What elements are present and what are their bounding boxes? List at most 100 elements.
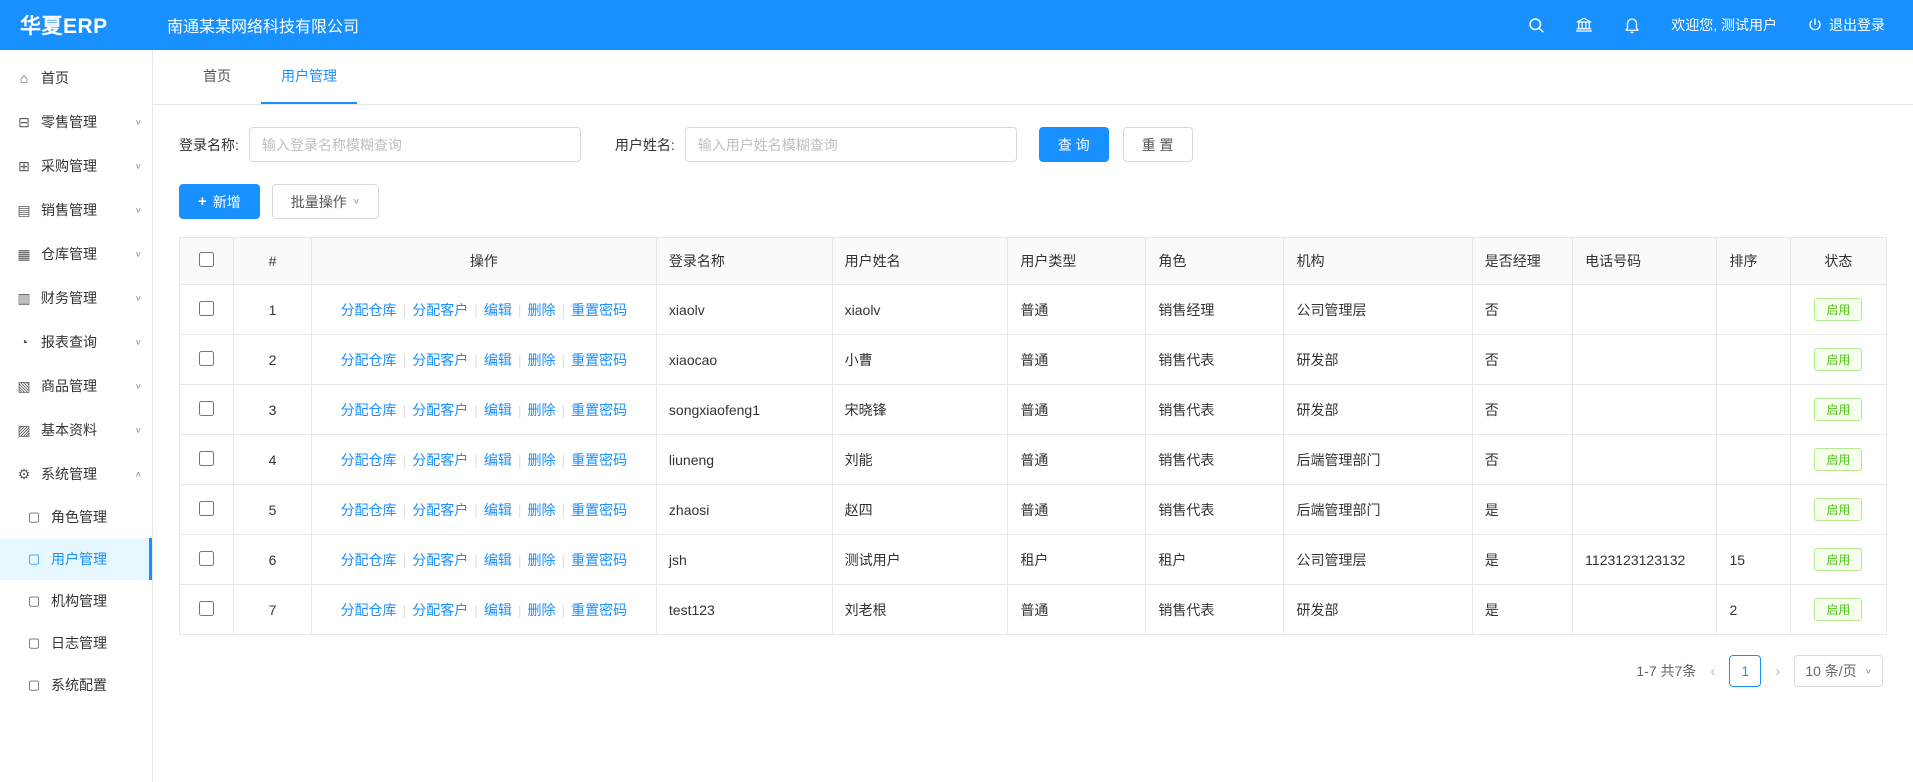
search-button[interactable]: 查 询: [1039, 127, 1109, 162]
delete-link[interactable]: 删除: [527, 602, 555, 618]
reset-button[interactable]: 重 置: [1123, 127, 1193, 162]
reset-password-link[interactable]: 重置密码: [571, 502, 627, 518]
next-page-button[interactable]: ›: [1773, 663, 1782, 680]
assign-depot-link[interactable]: 分配仓库: [341, 302, 397, 318]
sidebar-item-sale[interactable]: ▤销售管理∨: [0, 188, 152, 232]
status-cell: 启用: [1790, 585, 1886, 635]
assign-depot-link[interactable]: 分配仓库: [341, 402, 397, 418]
row-checkbox[interactable]: [199, 601, 214, 616]
edit-link[interactable]: 编辑: [484, 402, 512, 418]
sidebar-item-system-config[interactable]: ▢系统配置: [0, 664, 152, 706]
user-name: 小曹: [832, 335, 1008, 385]
sidebar-item-base[interactable]: ▨基本资料∨: [0, 408, 152, 452]
row-checkbox[interactable]: [199, 501, 214, 516]
sidebar-item-org-management[interactable]: ▢机构管理: [0, 580, 152, 622]
status-cell: 启用: [1790, 485, 1886, 535]
reset-password-link[interactable]: 重置密码: [571, 452, 627, 468]
app-logo[interactable]: 华夏ERP: [0, 10, 153, 40]
delete-link[interactable]: 删除: [527, 452, 555, 468]
sidebar-item-log-management[interactable]: ▢日志管理: [0, 622, 152, 664]
assign-depot-link[interactable]: 分配仓库: [341, 552, 397, 568]
sidebar-item-finance[interactable]: ▥财务管理∨: [0, 276, 152, 320]
sidebar-item-goods[interactable]: ▧商品管理∨: [0, 364, 152, 408]
assign-depot-link[interactable]: 分配仓库: [341, 452, 397, 468]
sidebar-item-retail[interactable]: ⊟零售管理∨: [0, 100, 152, 144]
page-size-select[interactable]: 10 条/页 ∨: [1794, 655, 1883, 687]
sidebar-item-report[interactable]: ◔报表查询∨: [0, 320, 152, 364]
delete-link[interactable]: 删除: [527, 502, 555, 518]
assign-customer-link[interactable]: 分配客户: [412, 402, 468, 418]
login-name-input[interactable]: [249, 127, 581, 162]
tab-user-management[interactable]: 用户管理: [261, 50, 357, 104]
row-checkbox[interactable]: [199, 401, 214, 416]
search-icon[interactable]: [1527, 16, 1545, 34]
row-checkbox[interactable]: [199, 351, 214, 366]
column-header: 用户姓名: [832, 238, 1008, 285]
action-divider: |: [403, 352, 407, 368]
sidebar-item-purchase[interactable]: ⊞采购管理∨: [0, 144, 152, 188]
delete-link[interactable]: 删除: [527, 352, 555, 368]
table-row: 5分配仓库|分配客户|编辑|删除|重置密码zhaosi赵四普通销售代表后端管理部…: [180, 485, 1887, 535]
delete-link[interactable]: 删除: [527, 402, 555, 418]
assign-customer-link[interactable]: 分配客户: [412, 452, 468, 468]
batch-operations-button[interactable]: 批量操作 ∨: [272, 184, 379, 219]
assign-customer-link[interactable]: 分配客户: [412, 502, 468, 518]
row-checkbox[interactable]: [199, 551, 214, 566]
delete-link[interactable]: 删除: [527, 552, 555, 568]
sort-order: [1717, 385, 1790, 435]
edit-link[interactable]: 编辑: [484, 302, 512, 318]
reset-password-link[interactable]: 重置密码: [571, 352, 627, 368]
status-badge[interactable]: 启用: [1814, 598, 1862, 621]
logout-button[interactable]: 退出登录: [1807, 15, 1885, 35]
reset-password-link[interactable]: 重置密码: [571, 302, 627, 318]
edit-link[interactable]: 编辑: [484, 452, 512, 468]
bank-icon[interactable]: [1575, 16, 1593, 34]
sidebar-item-depot[interactable]: ▦仓库管理∨: [0, 232, 152, 276]
add-button[interactable]: + 新增: [179, 184, 260, 219]
bell-icon[interactable]: [1623, 16, 1641, 34]
assign-customer-link[interactable]: 分配客户: [412, 552, 468, 568]
status-badge[interactable]: 启用: [1814, 298, 1862, 321]
sidebar-item-user-management[interactable]: ▢用户管理: [0, 538, 152, 580]
edit-link[interactable]: 编辑: [484, 352, 512, 368]
status-badge[interactable]: 启用: [1814, 348, 1862, 371]
sidebar-item-label: 采购管理: [41, 156, 97, 176]
column-header: #: [234, 238, 311, 285]
assign-depot-link[interactable]: 分配仓库: [341, 352, 397, 368]
sidebar-item-system[interactable]: ⚙系统管理∧: [0, 452, 152, 496]
assign-customer-link[interactable]: 分配客户: [412, 302, 468, 318]
status-badge[interactable]: 启用: [1814, 548, 1862, 571]
prev-page-button[interactable]: ‹: [1708, 663, 1717, 680]
current-page-button[interactable]: 1: [1729, 655, 1761, 687]
table-row: 1分配仓库|分配客户|编辑|删除|重置密码xiaolvxiaolv普通销售经理公…: [180, 285, 1887, 335]
organization: 公司管理层: [1284, 535, 1472, 585]
tab-home[interactable]: 首页: [183, 50, 251, 104]
edit-link[interactable]: 编辑: [484, 552, 512, 568]
role: 销售代表: [1146, 485, 1284, 535]
reset-password-link[interactable]: 重置密码: [571, 602, 627, 618]
document-icon: ▢: [26, 593, 42, 609]
edit-link[interactable]: 编辑: [484, 602, 512, 618]
status-badge[interactable]: 启用: [1814, 398, 1862, 421]
login-name: xiaocao: [656, 335, 832, 385]
row-checkbox[interactable]: [199, 451, 214, 466]
row-select-cell: [180, 585, 234, 635]
assign-depot-link[interactable]: 分配仓库: [341, 602, 397, 618]
assign-customer-link[interactable]: 分配客户: [412, 602, 468, 618]
assign-customer-link[interactable]: 分配客户: [412, 352, 468, 368]
sidebar-item-role-management[interactable]: ▢角色管理: [0, 496, 152, 538]
assign-depot-link[interactable]: 分配仓库: [341, 502, 397, 518]
column-header: 是否经理: [1472, 238, 1572, 285]
edit-link[interactable]: 编辑: [484, 502, 512, 518]
user-type: 普通: [1008, 335, 1146, 385]
status-badge[interactable]: 启用: [1814, 498, 1862, 521]
reset-password-link[interactable]: 重置密码: [571, 402, 627, 418]
row-checkbox[interactable]: [199, 301, 214, 316]
delete-link[interactable]: 删除: [527, 302, 555, 318]
user-name-input[interactable]: [685, 127, 1017, 162]
row-select-cell: [180, 335, 234, 385]
sidebar-item-home[interactable]: ⌂首页: [0, 56, 152, 100]
select-all-checkbox[interactable]: [199, 252, 214, 267]
reset-password-link[interactable]: 重置密码: [571, 552, 627, 568]
status-badge[interactable]: 启用: [1814, 448, 1862, 471]
